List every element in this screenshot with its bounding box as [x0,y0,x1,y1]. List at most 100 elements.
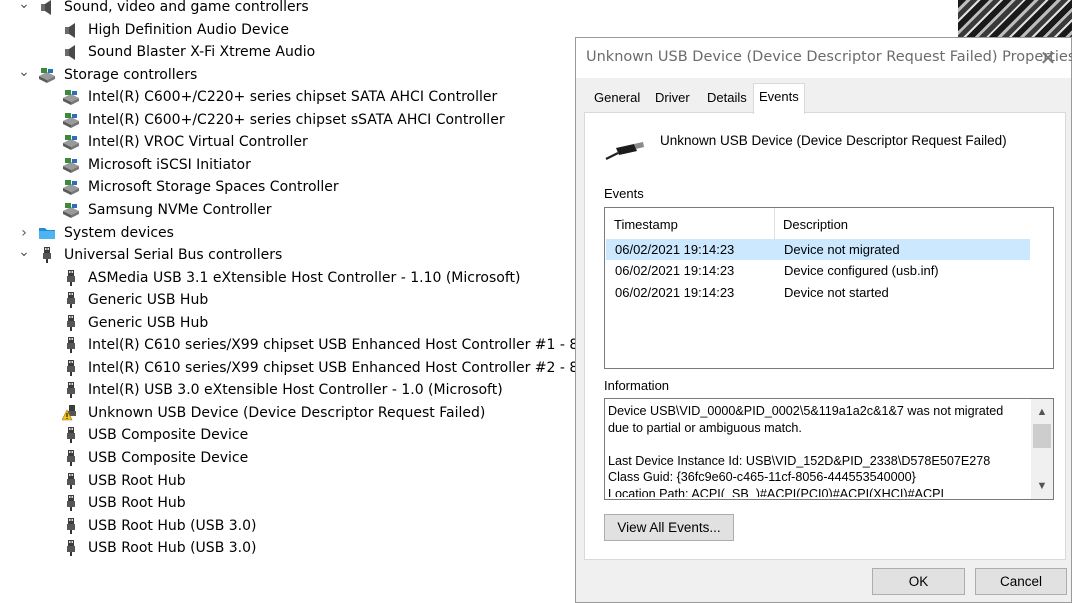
tree-item-label: Generic USB Hub [88,292,209,309]
event-row[interactable]: 06/02/2021 19:14:23 Device not migrated [606,239,1030,260]
storage-controller-icon [38,67,56,83]
usb-plug-icon [38,247,56,264]
tree-item-usb-composite-device[interactable]: USB Composite Device [0,447,572,469]
tree-item-label: System devices [64,224,174,241]
tab-events[interactable]: Events [753,83,805,114]
tree-item-label: Intel(R) C610 series/X99 chipset USB Enh… [88,337,607,354]
tree-item-label: USB Root Hub [88,495,186,512]
tree-category-universal-serial-bus-controllers[interactable]: ⌄ Universal Serial Bus controllers [0,244,572,266]
events-tab-panel: Unknown USB Device (Device Descriptor Re… [584,112,1066,560]
storage-controller-icon [62,202,80,218]
tree-item-sound-blaster-x-fi-xtreme-audio[interactable]: Sound Blaster X-Fi Xtreme Audio [0,41,572,63]
event-description: Device not started [784,284,889,300]
speaker-icon [62,44,80,61]
tab-driver[interactable]: Driver [650,85,695,111]
chevron-down-icon[interactable]: ⌄ [18,241,30,263]
tree-item-microsoft-storage-spaces-controller[interactable]: Microsoft Storage Spaces Controller [0,176,572,198]
tab-general[interactable]: General [589,85,645,111]
device-tree: ⌄ Sound, video and game controllers High D… [0,0,609,603]
speaker-icon [38,0,56,15]
storage-controller-icon [62,112,80,128]
events-label: Events [604,186,644,201]
dialog-title: Unknown USB Device (Device Descriptor Re… [586,49,1072,65]
tree-category-storage-controllers[interactable]: ⌄ Storage controllers [0,64,572,86]
view-all-events-button[interactable]: View All Events... [604,514,734,541]
tree-item-usb-composite-device[interactable]: USB Composite Device [0,424,572,446]
chevron-down-icon[interactable]: ⌄ [18,0,30,15]
speaker-icon [62,22,80,38]
tree-item-label: USB Root Hub [88,472,186,489]
event-row[interactable]: 06/02/2021 19:14:23 Device configured (us… [606,260,1030,281]
tree-item-label: Sound Blaster X-Fi Xtreme Audio [88,44,316,61]
tree-item-intel-r-c610-series-x99-chipset-usb-enhanced-host-controller-1-8d26[interactable]: Intel(R) C610 series/X99 chipset USB Enh… [0,334,607,356]
dialog-title-bar[interactable]: Unknown USB Device (Device Descriptor Re… [576,38,1072,78]
tree-item-label: Generic USB Hub [88,314,209,331]
ok-button[interactable]: OK [872,568,965,595]
tree-item-label: USB Root Hub (USB 3.0) [88,540,257,557]
tree-item-usb-root-hub[interactable]: USB Root Hub [0,492,572,514]
information-text: Device USB\VID_0000&PID_0002\5&119a1a2c&… [608,404,1004,497]
tree-item-usb-root-hub[interactable]: USB Root Hub [0,470,572,492]
event-timestamp: 06/02/2021 19:14:23 [615,263,735,279]
information-scrollbar[interactable]: ▲ ▼ [1031,399,1053,499]
information-textbox[interactable]: Device USB\VID_0000&PID_0002\5&119a1a2c&… [604,398,1054,500]
scroll-down-arrow-icon[interactable]: ▼ [1031,475,1053,497]
tree-category-system-devices[interactable]: › System devices [0,222,572,244]
device-name: Unknown USB Device (Device Descriptor Re… [660,133,1007,148]
tree-item-microsoft-iscsi-initiator[interactable]: Microsoft iSCSI Initiator [0,154,572,176]
tree-item-label: High Definition Audio Device [88,21,289,38]
usb-plug-icon [62,540,80,557]
usb-plug-icon [62,292,80,309]
background-image [958,0,1072,37]
close-button[interactable]: ✕ [1025,38,1071,78]
column-header-description[interactable]: Description [783,217,848,232]
tree-item-label: Microsoft Storage Spaces Controller [88,179,339,196]
tree-item-label: USB Root Hub (USB 3.0) [88,517,257,534]
tree-item-intel-r-c600-c220-series-chipset-ssata-ahci-controller[interactable]: Intel(R) C600+/C220+ series chipset sSAT… [0,109,572,131]
tree-item-label: Samsung NVMe Controller [88,201,272,218]
storage-controller-icon [62,157,80,173]
event-timestamp: 06/02/2021 19:14:23 [615,242,735,257]
tree-item-intel-r-c610-series-x99-chipset-usb-enhanced-host-controller-2-8d2d[interactable]: Intel(R) C610 series/X99 chipset USB Enh… [0,357,609,379]
tree-item-label: USB Composite Device [88,427,249,444]
usb-plug-icon [62,495,80,512]
usb-plug-icon [62,382,80,399]
usb-plug-icon [62,359,80,376]
tree-item-label: Intel(R) USB 3.0 eXtensible Host Control… [88,382,503,399]
event-description: Device configured (usb.inf) [784,263,939,279]
storage-controller-icon [62,134,80,151]
usb-plug-icon [62,337,80,354]
usb-plug-icon [62,450,80,466]
usb-cable-icon [605,142,644,160]
tree-item-label: Intel(R) VROC Virtual Controller [88,134,308,151]
tab-details[interactable]: Details [702,85,752,111]
tree-category-sound-video-and-game-controllers[interactable]: ⌄ Sound, video and game controllers [0,0,572,18]
tree-item-label: Universal Serial Bus controllers [64,247,283,264]
tree-item-label: USB Composite Device [88,450,249,466]
usb-plug-icon [62,472,80,489]
scroll-up-arrow-icon[interactable]: ▲ [1031,401,1053,423]
tree-item-generic-usb-hub[interactable]: Generic USB Hub [0,312,572,334]
tree-item-asmedia-usb-3-1-extensible-host-controller-1-10-microsoft[interactable]: ASMedia USB 3.1 eXtensible Host Controll… [0,267,572,289]
tree-item-usb-root-hub-usb-3-0[interactable]: USB Root Hub (USB 3.0) [0,515,572,537]
tree-item-high-definition-audio-device[interactable]: High Definition Audio Device [0,19,572,41]
events-list[interactable]: Timestamp Description 06/02/2021 19:14:2… [604,207,1054,369]
scroll-thumb[interactable] [1033,424,1051,448]
column-header-timestamp[interactable]: Timestamp [614,217,678,232]
column-divider[interactable] [774,208,775,241]
event-timestamp: 06/02/2021 19:14:23 [615,284,735,300]
tree-item-samsung-nvme-controller[interactable]: Samsung NVMe Controller [0,199,572,221]
chevron-down-icon[interactable]: ⌄ [18,61,30,83]
storage-controller-icon [62,179,80,196]
event-row[interactable]: 06/02/2021 19:14:23 Device not started [606,282,1030,303]
event-description: Device not migrated [784,242,900,257]
warning-usb-icon [61,404,80,421]
tree-item-generic-usb-hub[interactable]: Generic USB Hub [0,289,572,311]
tree-item-usb-root-hub-usb-3-0[interactable]: USB Root Hub (USB 3.0) [0,537,572,559]
tree-item-unknown-usb-device-device-descriptor-request-failed[interactable]: Unknown USB Device (Device Descriptor Re… [0,402,572,424]
tree-item-intel-r-c600-c220-series-chipset-sata-ahci-controller[interactable]: Intel(R) C600+/C220+ series chipset SATA… [0,86,572,108]
tree-item-intel-r-usb-3-0-extensible-host-controller-1-0-microsoft[interactable]: Intel(R) USB 3.0 eXtensible Host Control… [0,379,572,401]
cancel-button[interactable]: Cancel [975,568,1067,595]
tree-item-intel-r-vroc-virtual-controller[interactable]: Intel(R) VROC Virtual Controller [0,131,572,153]
information-label: Information [604,378,670,393]
